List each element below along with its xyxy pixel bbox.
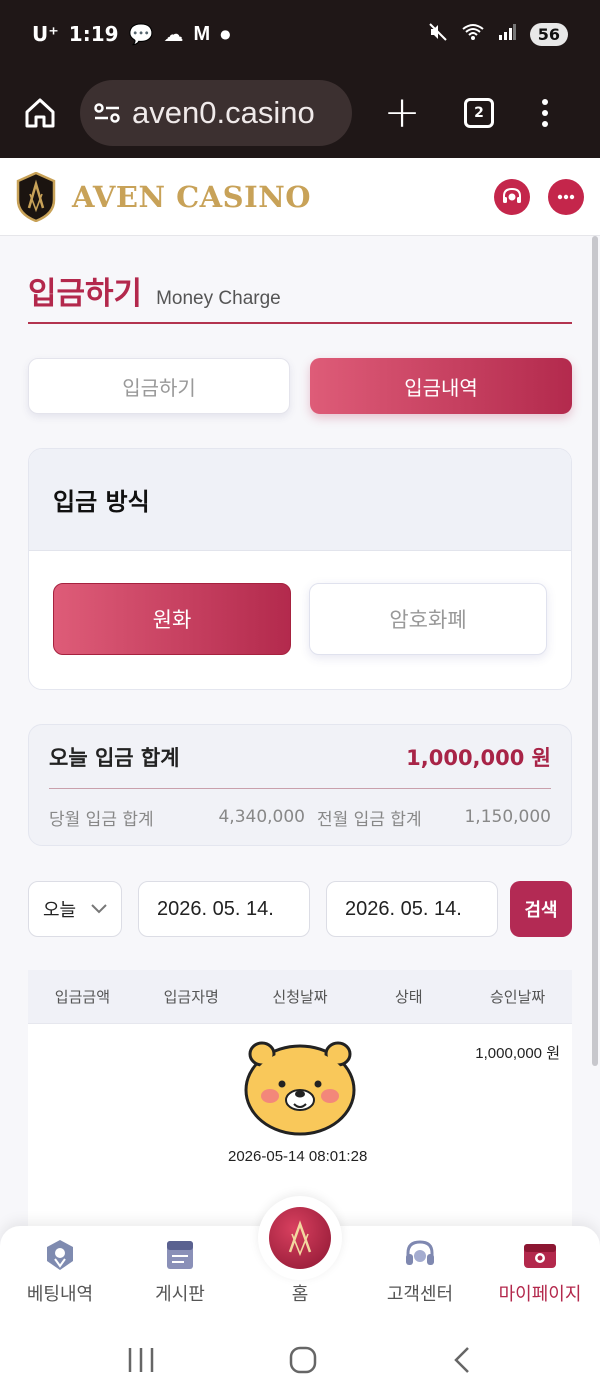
dot-icon: ● — [220, 27, 231, 41]
home-icon — [25, 98, 55, 128]
month-total-value: 4,340,000 — [218, 807, 305, 827]
nav-label-board: 게시판 — [155, 1284, 205, 1305]
tab-deposit-history[interactable]: 입금내역 — [310, 358, 572, 414]
col-status: 상태 — [394, 988, 423, 1006]
logo-text[interactable]: AVEN CASINO — [72, 180, 311, 214]
headset-icon — [503, 187, 521, 203]
system-nav-bar — [0, 1320, 600, 1400]
nav-mypage[interactable]: 마이페이지 — [480, 1226, 600, 1320]
today-total-label: 오늘 입금 합계 — [49, 745, 180, 770]
gmail-icon: M — [193, 22, 211, 45]
chevron-down-icon — [91, 904, 107, 914]
board-icon — [167, 1241, 193, 1269]
browser-toolbar: aven0.casino + 2 — [0, 68, 600, 158]
nav-label-home: 홈 — [291, 1284, 309, 1305]
deposit-method-card: 입금 방식 원화 암호화폐 — [28, 448, 572, 690]
month-total-label: 당월 입금 합계 — [49, 809, 154, 830]
search-button[interactable]: 검색 — [510, 881, 572, 937]
nav-label-betting: 베팅내역 — [26, 1284, 94, 1305]
page-title: 입금하기 — [28, 276, 143, 312]
clock: 1:19 — [68, 22, 119, 46]
deposit-history-table: 입금금액 입금자명 신청날짜 상태 승인날짜 1,000,000 원 2026-… — [28, 970, 572, 1230]
deposit-method-header: 입금 방식 — [29, 449, 571, 551]
carrier-label: U⁺ — [32, 22, 59, 46]
deposit-summary-card: 오늘 입금 합계 1,000,000 원 당월 입금 합계 4,340,000 … — [28, 724, 572, 846]
headset-icon — [406, 1240, 434, 1265]
period-select-value: 오늘 — [43, 900, 77, 921]
url-text: aven0.casino — [132, 95, 315, 130]
browser-menu-button[interactable] — [542, 99, 548, 127]
method-krw-button[interactable]: 원화 — [53, 583, 291, 655]
support-button[interactable] — [494, 178, 530, 215]
mascot-sticker-icon — [244, 1041, 356, 1136]
tab-deposit[interactable]: 입금하기 — [28, 358, 290, 414]
col-approval-date: 승인날짜 — [489, 988, 546, 1006]
back-icon[interactable] — [450, 1345, 474, 1375]
nav-home-button[interactable] — [258, 1196, 342, 1280]
date-to-input[interactable]: 2026. 05. 14. — [326, 881, 498, 937]
row-request-date: 2026-05-14 08:01:28 — [228, 1148, 368, 1165]
browser-home-button[interactable] — [16, 89, 64, 137]
talk-icon: 💬 — [128, 22, 154, 46]
table-header: 입금금액 입금자명 신청날짜 상태 승인날짜 — [28, 970, 572, 1024]
wifi-icon — [462, 23, 484, 46]
page-subtitle: Money Charge — [156, 288, 281, 309]
period-select[interactable]: 오늘 — [28, 881, 122, 937]
row-amount: 1,000,000 원 — [475, 1045, 560, 1062]
aven-logo-icon[interactable] — [16, 171, 56, 222]
address-bar[interactable]: aven0.casino — [80, 80, 352, 146]
history-filters: 오늘 2026. 05. 14. 2026. 05. 14. 검색 — [28, 880, 572, 938]
col-request-date: 신청날짜 — [272, 988, 328, 1006]
site-header: AVEN CASINO — [0, 158, 600, 236]
wallet-icon — [524, 1244, 556, 1268]
nav-label-support: 고객센터 — [386, 1284, 454, 1305]
messenger-icon: ☁ — [163, 22, 184, 46]
recent-apps-icon[interactable] — [126, 1346, 156, 1374]
chat-bubble-icon — [557, 194, 575, 199]
chat-button[interactable] — [548, 178, 584, 215]
mute-icon — [428, 22, 448, 47]
tab-switcher-button[interactable]: 2 — [464, 98, 494, 128]
page-title-row: 입금하기 Money Charge — [28, 268, 572, 324]
battery-indicator: 56 — [529, 22, 568, 46]
deposit-method-title: 입금 방식 — [53, 488, 150, 516]
nav-board[interactable]: 게시판 — [120, 1226, 240, 1320]
page-scrollbar[interactable] — [592, 236, 598, 1066]
date-from-input[interactable]: 2026. 05. 14. — [138, 881, 310, 937]
method-crypto-button[interactable]: 암호화폐 — [309, 583, 547, 655]
col-amount: 입금금액 — [54, 988, 110, 1006]
prev-month-total-label: 전월 입금 합계 — [317, 809, 422, 830]
home-system-icon[interactable] — [288, 1345, 318, 1375]
nav-label-mypage: 마이페이지 — [498, 1284, 582, 1305]
status-bar: U⁺ 1:19 💬 ☁ M ● 56 — [0, 0, 600, 68]
col-depositor: 입금자명 — [163, 988, 219, 1006]
nav-customer-center[interactable]: 고객센터 — [360, 1226, 480, 1320]
home-logo-icon — [288, 1220, 312, 1257]
new-tab-button[interactable]: + — [382, 91, 422, 135]
deposit-tabs: 입금하기 입금내역 — [28, 358, 572, 414]
badge-icon — [47, 1240, 73, 1270]
prev-month-total-value: 1,150,000 — [464, 807, 551, 827]
nav-betting-history[interactable]: 베팅내역 — [0, 1226, 120, 1320]
site-settings-icon[interactable] — [94, 102, 120, 124]
today-total-value: 1,000,000 원 — [406, 745, 551, 770]
signal-icon — [498, 23, 516, 45]
